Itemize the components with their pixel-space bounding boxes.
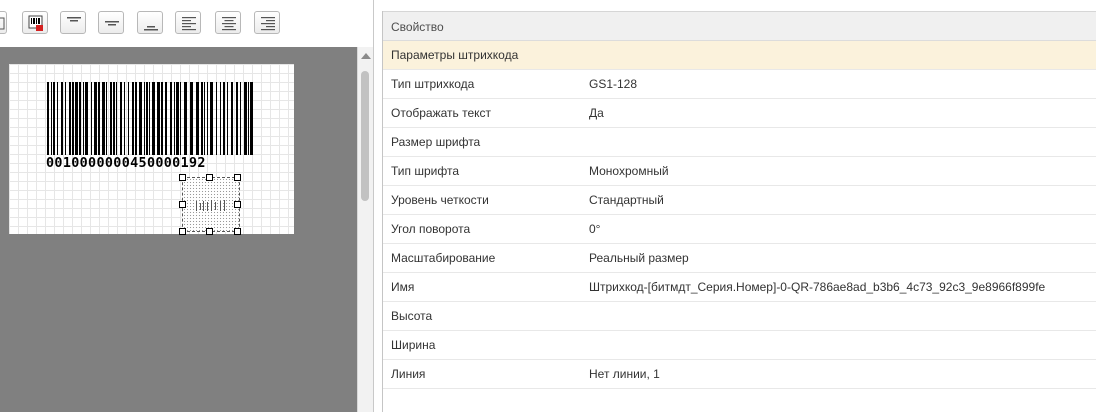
property-rows: Параметры штрихкода Тип штрихкода GS1-12… [383,41,1096,389]
property-group-row[interactable]: Параметры штрихкода [383,41,1096,70]
property-row[interactable]: Отображать текст Да [383,99,1096,128]
align-right-button[interactable] [254,11,280,34]
label-canvas[interactable]: 0010000000450000192 [9,64,294,235]
property-row[interactable]: Размер шрифта [383,128,1096,157]
align-left-button[interactable] [175,11,201,34]
resize-handle-nw[interactable] [179,174,186,181]
resize-handle-e[interactable] [234,201,241,208]
property-name: Угол поворота [391,222,471,236]
property-value[interactable]: Монохромный [589,157,669,186]
partial-toolbar-button[interactable] [0,11,7,34]
align-top-icon [67,17,81,22]
property-value[interactable]: 0° [589,215,600,244]
barcode-settings-button[interactable] [22,11,48,34]
align-right-icon [261,17,275,31]
align-top-button[interactable] [60,11,86,34]
property-name: Уровень четкости [391,193,489,207]
property-name: Тип штрихкода [391,77,475,91]
label-designer-area: 0010000000450000192 [0,47,357,412]
property-row[interactable]: Линия Нет линии, 1 [383,360,1096,389]
barcode-settings-icon [28,15,43,31]
selected-barcode-element[interactable] [179,174,241,235]
property-value[interactable]: Реальный размер [589,244,689,273]
barcode-digits: 0010000000450000192 [46,156,206,171]
property-value[interactable]: GS1-128 [589,70,637,99]
property-row[interactable]: Угол поворота 0° [383,215,1096,244]
property-row[interactable]: Уровень четкости Стандартный [383,186,1096,215]
resize-handle-n[interactable] [206,174,213,181]
property-value[interactable]: Нет линии, 1 [589,360,660,389]
property-column-header: Свойство [383,11,1096,41]
scrollbar-thumb[interactable] [361,71,369,201]
property-row[interactable]: Высота [383,302,1096,331]
resize-handle-se[interactable] [234,228,241,235]
resize-handle-ne[interactable] [234,174,241,181]
toolbar [0,0,373,44]
property-value[interactable]: Стандартный [589,186,664,215]
panel-divider [373,0,374,412]
property-name: Линия [391,367,426,381]
property-row[interactable]: Тип шрифта Монохромный [383,157,1096,186]
align-middle-icon [105,21,119,26]
property-name: Имя [391,280,415,294]
align-center-icon [222,17,236,31]
property-value[interactable]: Штрихкод-[битмдт_Серия.Номер]-0-QR-786ae… [589,273,1045,302]
scroll-up-arrow-icon[interactable] [361,53,371,59]
property-row[interactable]: Тип штрихкода GS1-128 [383,70,1096,99]
barcode-graphic[interactable] [9,64,294,164]
align-bottom-button[interactable] [137,11,163,34]
small-barcode-preview [196,200,225,211]
partial-button-icon [0,17,5,30]
property-value[interactable]: Да [589,99,604,128]
property-name: Отображать текст [391,106,492,120]
property-row[interactable]: Ширина [383,331,1096,360]
property-name: Размер шрифта [391,135,481,149]
property-row[interactable]: Масштабирование Реальный размер [383,244,1096,273]
property-name: Ширина [391,338,436,352]
property-name: Высота [391,309,433,323]
align-bottom-icon [144,26,158,31]
align-left-icon [182,17,196,31]
property-panel: Свойство Параметры штрихкода Тип штрихко… [382,11,1096,412]
align-middle-button[interactable] [98,11,124,34]
align-center-button[interactable] [215,11,241,34]
resize-handle-w[interactable] [179,201,186,208]
resize-handle-s[interactable] [206,228,213,235]
property-name: Параметры штрихкода [391,48,519,62]
property-name: Тип шрифта [391,164,459,178]
property-name: Масштабирование [391,251,496,265]
designer-vertical-scrollbar[interactable] [357,47,373,412]
resize-handle-sw[interactable] [179,228,186,235]
property-row[interactable]: Имя Штрихкод-[битмдт_Серия.Номер]-0-QR-7… [383,273,1096,302]
